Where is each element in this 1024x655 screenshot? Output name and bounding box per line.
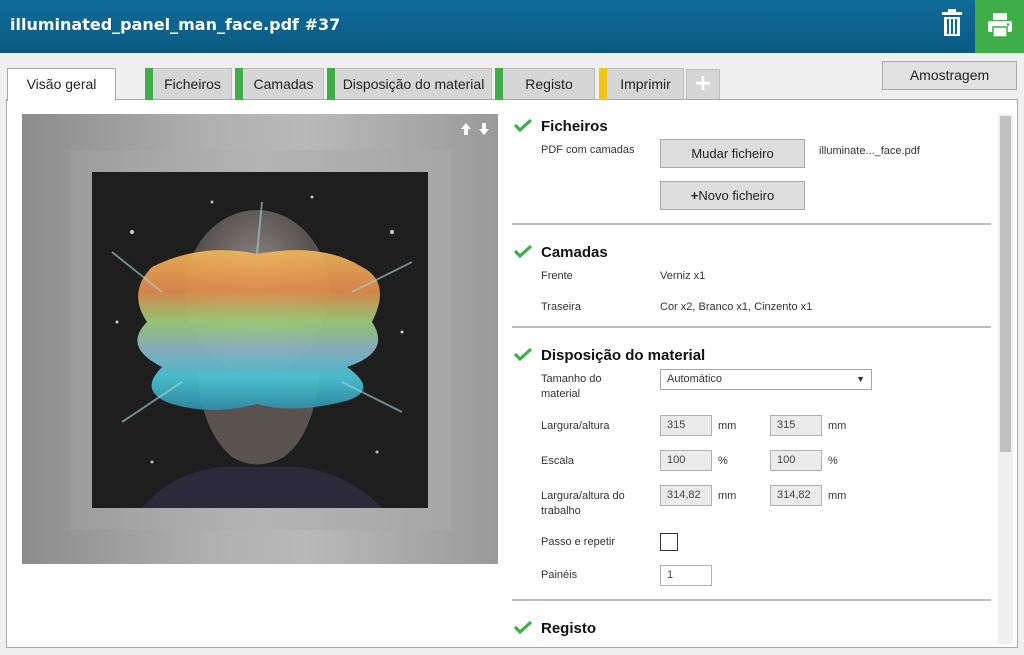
width-height-label: Largura/altura: [541, 420, 610, 432]
section-divider: [512, 599, 991, 601]
tab-label: Visão geral: [26, 76, 97, 92]
front-value: Verniz x1: [660, 270, 706, 282]
tab-media-layout[interactable]: Disposição do material: [327, 68, 492, 100]
job-height-input[interactable]: 314,82: [770, 485, 822, 506]
tab-label: Camadas: [253, 76, 314, 92]
printer-icon: [988, 13, 1012, 38]
print-button[interactable]: [975, 0, 1024, 53]
material-size-select[interactable]: Automático ▼: [660, 369, 872, 390]
status-strip: [235, 68, 243, 100]
width-input[interactable]: 315: [660, 415, 712, 436]
vertical-scrollbar[interactable]: [998, 114, 1013, 644]
checkmark-icon: [514, 118, 532, 132]
panels-input[interactable]: 1: [660, 565, 712, 586]
job-size-label: Largura/altura do trabalho: [541, 490, 625, 517]
material-size-label: Tamanho do material: [541, 373, 602, 400]
tab-label: Disposição do material: [342, 76, 485, 92]
back-label: Traseira: [541, 301, 581, 313]
media-layout-section-title: Disposição do material: [541, 347, 706, 364]
tab-print[interactable]: Imprimir: [599, 68, 684, 100]
back-value: Cor x2, Branco x1, Cinzento x1: [660, 301, 813, 313]
job-width-input[interactable]: 314,82: [660, 485, 712, 506]
tab-layers[interactable]: Camadas: [235, 68, 324, 100]
tab-registration[interactable]: Registo: [495, 68, 595, 100]
title-bar: illuminated_panel_man_face.pdf #37: [0, 0, 1024, 53]
material-size-value: Automático: [667, 373, 723, 385]
scale-label: Escala: [541, 455, 575, 467]
height-unit: mm: [828, 420, 847, 432]
change-file-button[interactable]: Mudar ficheiro: [660, 139, 805, 168]
job-title: illuminated_panel_man_face.pdf #37: [10, 15, 341, 34]
tab-bar: Visão geral Ficheiros Camadas Disposição…: [0, 68, 1024, 101]
up-down-arrows-icon[interactable]: [460, 121, 492, 135]
scale-y-input[interactable]: 100: [770, 450, 822, 471]
step-repeat-checkbox[interactable]: [660, 533, 678, 551]
file-name: illuminate..._face.pdf: [819, 145, 920, 157]
panels-label: Painéis: [541, 569, 578, 581]
scale-x-unit: %: [718, 455, 728, 467]
files-section-title: Ficheiros: [541, 118, 608, 135]
status-strip: [495, 68, 503, 100]
registration-section-title: Registo: [541, 620, 597, 637]
section-divider: [512, 223, 991, 225]
checkmark-icon: [514, 347, 532, 361]
tab-label: Ficheiros: [164, 76, 221, 92]
scrollbar-thumb[interactable]: [1000, 116, 1011, 452]
layers-section-title: Camadas: [541, 244, 608, 261]
new-file-label: Novo ficheiro: [698, 188, 775, 203]
checkmark-icon: [514, 244, 532, 258]
preview-image: [92, 172, 428, 508]
add-tab-button[interactable]: +: [686, 69, 720, 99]
new-file-button[interactable]: +Novo ficheiro: [660, 181, 805, 210]
status-strip: [145, 68, 153, 100]
tab-label: Registo: [525, 76, 573, 92]
trash-icon[interactable]: [941, 9, 963, 37]
scale-x-input[interactable]: 100: [660, 450, 712, 471]
dropdown-caret-icon: ▼: [856, 374, 865, 384]
job-height-unit: mm: [828, 490, 847, 502]
width-unit: mm: [718, 420, 737, 432]
tab-files[interactable]: Ficheiros: [145, 68, 232, 100]
section-divider: [512, 326, 991, 328]
tab-overview[interactable]: Visão geral: [7, 68, 116, 101]
tab-label: Imprimir: [620, 76, 671, 92]
job-preview: [22, 114, 498, 564]
scale-y-unit: %: [828, 455, 838, 467]
pdf-layers-label: PDF com camadas: [541, 144, 635, 156]
job-width-unit: mm: [718, 490, 737, 502]
step-repeat-label: Passo e repetir: [541, 536, 615, 548]
checkmark-icon: [514, 620, 532, 634]
height-input[interactable]: 315: [770, 415, 822, 436]
status-strip: [599, 68, 607, 100]
status-strip: [327, 68, 335, 100]
front-label: Frente: [541, 270, 573, 282]
